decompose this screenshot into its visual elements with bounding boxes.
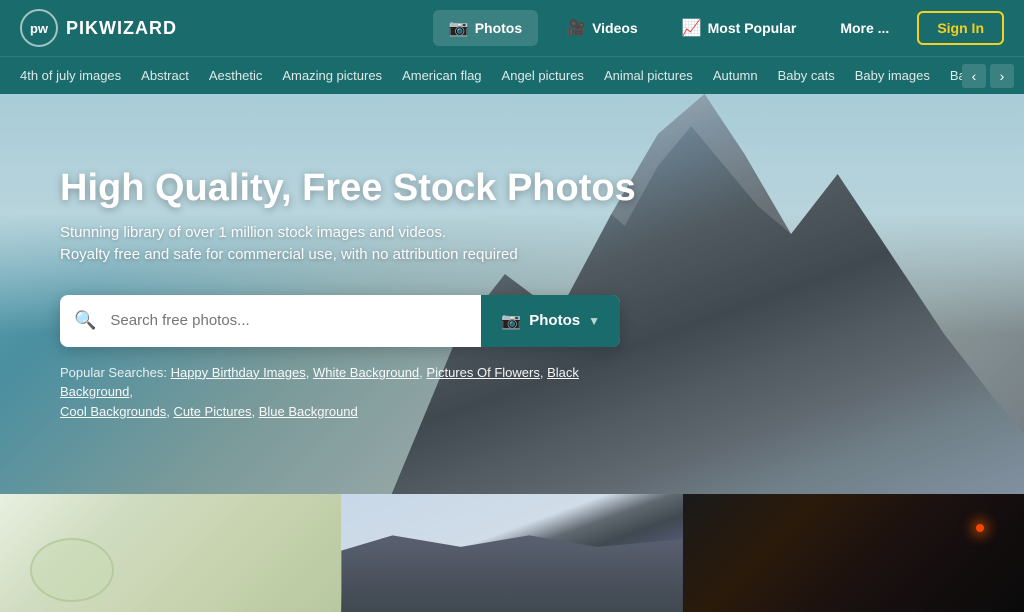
search-input[interactable]: [110, 312, 481, 329]
category-prev-button[interactable]: ‹: [962, 64, 986, 88]
thumbnails-row: [0, 494, 1024, 612]
videos-nav-button[interactable]: 🎥 Videos: [550, 10, 654, 46]
popular-search-link[interactable]: White Background: [313, 365, 419, 380]
popular-search-link[interactable]: Cute Pictures: [173, 404, 251, 419]
hero-section: High Quality, Free Stock Photos Stunning…: [0, 94, 1024, 494]
most-popular-nav-button[interactable]: 📈 Most Popular: [666, 10, 813, 46]
search-camera-icon: 📷: [501, 311, 521, 331]
camera-icon: 📷: [449, 18, 469, 38]
video-icon: 🎥: [566, 18, 586, 38]
category-item[interactable]: American flag: [392, 57, 491, 95]
category-item[interactable]: Autumn: [703, 57, 768, 95]
navbar: pw PIKWIZARD 📷 Photos 🎥 Videos 📈 Most Po…: [0, 0, 1024, 56]
signin-button[interactable]: Sign In: [917, 11, 1004, 45]
popular-search-link[interactable]: Happy Birthday Images: [171, 365, 306, 380]
category-item[interactable]: Abstract: [131, 57, 199, 95]
category-item[interactable]: Baby cats: [768, 57, 845, 95]
search-photos-button[interactable]: 📷 Photos ▼: [481, 295, 620, 347]
thumbnail-house[interactable]: [341, 494, 682, 612]
category-navigation: ‹ ›: [962, 64, 1014, 88]
category-items-list: 4th of july images Abstract Aesthetic Am…: [10, 57, 962, 95]
popular-search-link[interactable]: Blue Background: [259, 404, 358, 419]
category-item[interactable]: Animal pictures: [594, 57, 703, 95]
logo-icon: pw: [20, 9, 58, 47]
thumbnail-food[interactable]: [0, 494, 341, 612]
trending-icon: 📈: [682, 18, 702, 38]
category-item[interactable]: Baby images: [845, 57, 940, 95]
hero-content: High Quality, Free Stock Photos Stunning…: [60, 167, 636, 422]
popular-searches: Popular Searches: Happy Birthday Images,…: [60, 363, 590, 422]
category-item[interactable]: Aesthetic: [199, 57, 272, 95]
category-item[interactable]: Angel pictures: [492, 57, 594, 95]
logo[interactable]: pw PIKWIZARD: [20, 9, 177, 47]
category-item[interactable]: 4th of july images: [10, 57, 131, 95]
search-icon: 🔍: [60, 310, 110, 331]
popular-search-link[interactable]: Cool Backgrounds: [60, 404, 166, 419]
search-bar: 🔍 📷 Photos ▼: [60, 295, 620, 347]
category-bar: 4th of july images Abstract Aesthetic Am…: [0, 56, 1024, 94]
category-next-button[interactable]: ›: [990, 64, 1014, 88]
hero-subtitle: Stunning library of over 1 million stock…: [60, 222, 580, 267]
logo-name: PIKWIZARD: [66, 18, 177, 39]
more-nav-button[interactable]: More ...: [824, 12, 905, 44]
category-item[interactable]: Amazing pictures: [272, 57, 392, 95]
popular-search-link[interactable]: Pictures Of Flowers: [426, 365, 539, 380]
category-item[interactable]: Backgrour: [940, 57, 962, 95]
hero-title: High Quality, Free Stock Photos: [60, 167, 636, 210]
thumbnail-dark[interactable]: [683, 494, 1024, 612]
photos-nav-button[interactable]: 📷 Photos: [433, 10, 538, 46]
chevron-down-icon: ▼: [588, 314, 600, 328]
